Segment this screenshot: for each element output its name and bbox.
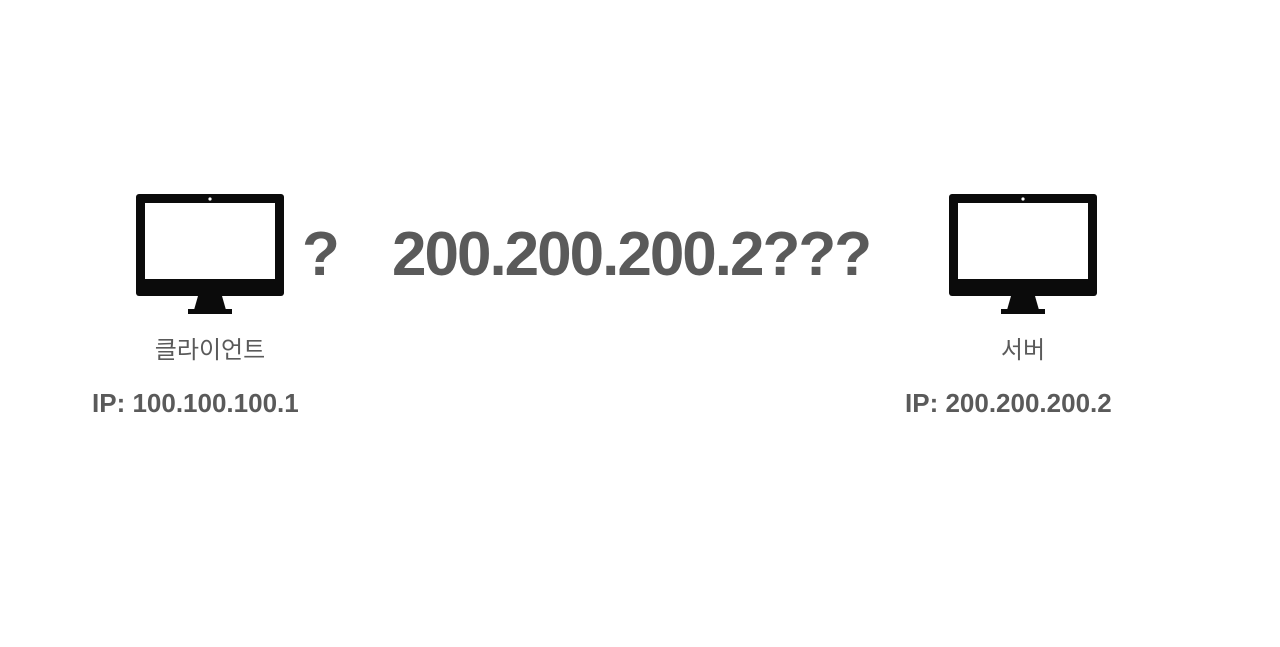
queried-ip-address: 200.200.200.2??? — [392, 220, 872, 289]
client-label: 클라이언트 — [154, 336, 266, 364]
server-computer-icon — [949, 194, 1097, 314]
client-computer-icon — [136, 194, 284, 314]
server-ip-address: IP: 200.200.200.2 — [905, 388, 1112, 418]
server-label: 서버 — [1000, 336, 1046, 364]
client-question-mark: ? — [302, 220, 340, 289]
client-ip-address: IP: 100.100.100.1 — [92, 388, 299, 418]
